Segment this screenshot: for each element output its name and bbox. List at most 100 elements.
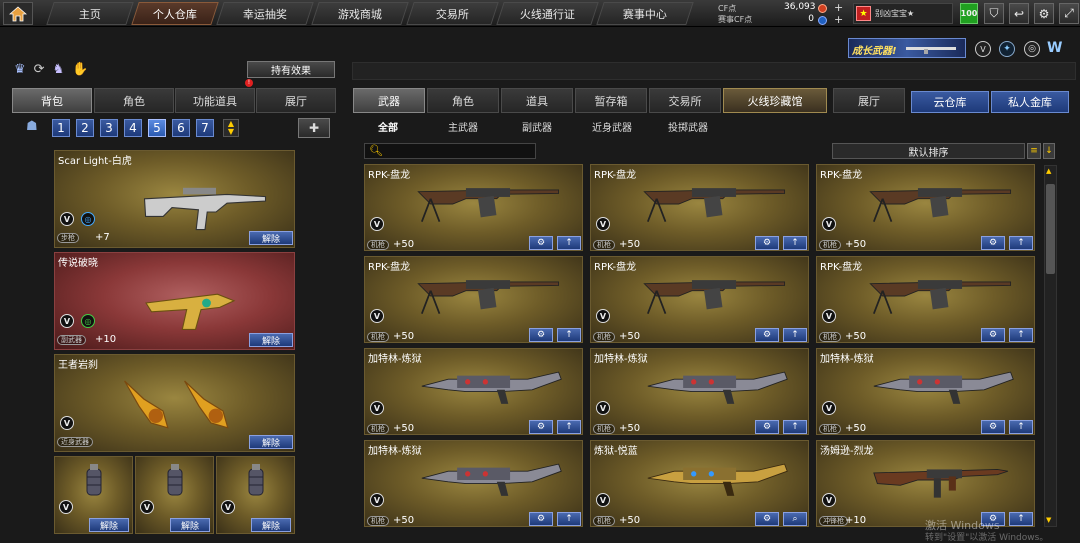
inspect-button[interactable]: ⚙ [529,512,553,526]
search-input[interactable]: 🔍︎ [364,143,536,159]
home-button[interactable] [3,2,33,25]
right-tab-4[interactable]: 交易所 [649,88,721,113]
category-filter-3[interactable]: 近身武器 [592,119,632,134]
unequip-button[interactable]: 解除 [249,231,293,245]
list-view-icon[interactable]: ≡ [1027,143,1041,159]
grenade-card[interactable]: V 解除 [216,456,295,534]
inspect-button[interactable]: ⚙ [981,236,1005,250]
weapon-card[interactable]: 加特林-炼狱 V 机枪 +50 ⚙ ↑ [364,440,583,527]
settings-button[interactable]: ⚙ [1034,3,1054,24]
weapon-card[interactable]: RPK-盘龙 V 机枪 +50 ⚙ ↑ [364,256,583,343]
equip-button[interactable]: ↑ [557,328,581,342]
category-filter-1[interactable]: 主武器 [448,119,478,134]
backpack-card[interactable]: 王者岩刹 V 近身武器 解除 [54,354,295,452]
equip-button[interactable]: ↑ [1009,236,1033,250]
category-filter-4[interactable]: 投掷武器 [668,119,708,134]
page-button-1[interactable]: 1 [52,119,70,137]
unequip-button[interactable]: 解除 [89,518,129,532]
page-button-7[interactable]: 7 [196,119,214,137]
nav-tab-2[interactable]: 幸运抽奖 [216,2,314,25]
category-filter-2[interactable]: 副武器 [522,119,552,134]
scroll-up-icon[interactable]: ▲ [1046,167,1055,176]
page-button-6[interactable]: 6 [172,119,190,137]
equip-button[interactable]: ↑ [1009,512,1033,526]
nav-tab-4[interactable]: 交易所 [406,2,499,25]
user-box[interactable]: ★ 别凶宝宝★ [853,3,953,24]
inspect-button[interactable]: ⚙ [755,236,779,250]
weapon-card[interactable]: 加特林-炼狱 V 机枪 +50 ⚙ ↑ [816,348,1035,435]
right-tab-2[interactable]: 道具 [501,88,573,113]
inspect-button[interactable]: ⚙ [981,420,1005,434]
sort-dropdown[interactable]: 默认排序 [832,143,1025,159]
category-filter-0[interactable]: 全部 [378,119,398,134]
equip-button[interactable]: ↑ [1009,328,1033,342]
holding-effects-button[interactable]: 持有效果 [247,61,335,78]
weapon-card[interactable]: RPK-盘龙 V 机枪 +50 ⚙ ↑ [816,256,1035,343]
equip-button[interactable]: ↑ [783,236,807,250]
fullscreen-button[interactable]: ⤢ [1059,3,1079,24]
weapon-card[interactable]: 加特林-炼狱 V 机枪 +50 ⚙ ↑ [590,348,809,435]
scroll-down-icon[interactable]: ▼ [1046,516,1055,525]
inspect-button[interactable]: ⚙ [755,328,779,342]
right-tab-6[interactable]: 展厅 [833,88,905,113]
page-button-2[interactable]: 2 [76,119,94,137]
v-badge-icon[interactable]: V [975,41,991,57]
unequip-button[interactable]: 解除 [249,435,293,449]
equip-button[interactable]: ↑ [783,328,807,342]
nav-tab-3[interactable]: 游戏商城 [311,2,409,25]
left-tab-1[interactable]: 角色 [94,88,174,113]
backpack-card[interactable]: 传说破晓 V ◎ 副武器 +10 解除 [54,252,295,350]
wing-icon[interactable]: W [1047,40,1067,58]
scroll-thumb[interactable] [1046,184,1055,274]
equip-button[interactable]: ↑ [783,420,807,434]
weapon-card[interactable]: 加特林-炼狱 V 机枪 +50 ⚙ ↑ [364,348,583,435]
weapon-card[interactable]: RPK-盘龙 V 机枪 +50 ⚙ ↑ [816,164,1035,251]
shield-button[interactable]: ⛉ [984,3,1004,24]
right-tab-5[interactable]: 火线珍藏馆 [723,88,827,113]
equip-button[interactable]: ↑ [557,512,581,526]
page-stepper[interactable]: ▲ ▼ [223,119,239,137]
page-button-5[interactable]: 5 [148,119,166,137]
right-tab-3[interactable]: 暂存箱 [575,88,647,113]
unequip-button[interactable]: 解除 [251,518,291,532]
left-tab-2[interactable]: 功能道具 [175,88,255,113]
weapon-card[interactable]: 炼狱-悦蓝 V 机枪 +50 ⚙ ⌕ [590,440,809,527]
target-icon[interactable]: ◎ [1024,41,1040,57]
nav-tab-1[interactable]: 个人仓库 [131,2,219,25]
left-tab-3[interactable]: 展厅 [256,88,336,113]
growth-weapon-banner[interactable]: 成长武器! [848,38,966,58]
unequip-button[interactable]: 解除 [249,333,293,347]
ranking-icon[interactable]: ♛ [14,62,26,77]
weapon-card[interactable]: RPK-盘龙 V 机枪 +50 ⚙ ↑ [590,164,809,251]
page-button-3[interactable]: 3 [100,119,118,137]
grenade-card[interactable]: V 解除 [135,456,214,534]
sort-order-icon[interactable]: ↓ [1043,143,1055,159]
glove-icon[interactable]: ✋ [72,62,88,77]
equip-button[interactable]: ↑ [557,236,581,250]
inspect-button[interactable]: ⚙ [755,420,779,434]
equip-button[interactable]: ⌕ [783,512,807,526]
left-tab-0[interactable]: 背包 [12,88,92,113]
unequip-button[interactable]: 解除 [170,518,210,532]
compass-icon[interactable]: ✦ [999,41,1015,57]
right-tab-0[interactable]: 武器 [353,88,425,113]
nav-tab-0[interactable]: 主页 [46,2,134,25]
inspect-button[interactable]: ⚙ [529,420,553,434]
inspect-button[interactable]: ⚙ [755,512,779,526]
storage-tab-1[interactable]: 私人金库 [991,91,1069,113]
inspect-button[interactable]: ⚙ [981,328,1005,342]
equip-button[interactable]: ↑ [557,420,581,434]
equip-button[interactable]: ↑ [1009,420,1033,434]
weapon-card[interactable]: 汤姆逊-烈龙 V 冲锋枪 +10 ⚙ ↑ [816,440,1035,527]
backpack-card[interactable]: Scar Light-白虎 V ◎ 步枪 +7 解除 [54,150,295,248]
character-icon[interactable]: ♞ [53,62,65,77]
inspect-button[interactable]: ⚙ [529,236,553,250]
storage-tab-0[interactable]: 云仓库 [911,91,989,113]
weapon-card[interactable]: RPK-盘龙 V 机枪 +50 ⚙ ↑ [364,164,583,251]
weapon-card[interactable]: RPK-盘龙 V 机枪 +50 ⚙ ↑ [590,256,809,343]
inspect-button[interactable]: ⚙ [529,328,553,342]
scrollbar[interactable]: ▲ ▼ [1044,165,1057,527]
refresh-icon[interactable]: ⟳ [34,62,45,77]
right-tab-1[interactable]: 角色 [427,88,499,113]
nav-tab-6[interactable]: 赛事中心 [596,2,694,25]
